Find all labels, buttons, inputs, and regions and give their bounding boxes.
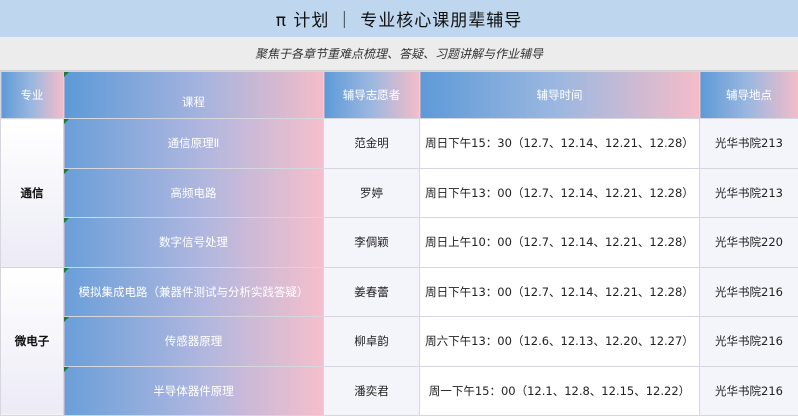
time-cell: 周一下午15：00（12.1、12.8、12.15、12.22） xyxy=(420,366,700,416)
location-cell: 光华书院216 xyxy=(700,267,798,317)
location-cell: 光华书院213 xyxy=(700,168,798,218)
table-row: 传感器原理 柳卓韵 周六下午13：00（12.6、12.13、12.20、12.… xyxy=(1,317,798,367)
volunteer-cell: 范金明 xyxy=(324,119,420,169)
volunteer-cell: 罗婷 xyxy=(324,168,420,218)
course-cell: 半导体器件原理 xyxy=(64,366,324,416)
location-cell: 光华书院216 xyxy=(700,366,798,416)
schedule-table: 专业 课程 辅导志愿者 辅导时间 辅导地点 通信 通信原理Ⅱ 范金明 周日下午1… xyxy=(0,71,798,416)
course-cell: 高频电路 xyxy=(64,168,324,218)
time-cell: 周日下午13：00（12.7、12.14、12.21、12.28） xyxy=(420,168,700,218)
page-subtitle: 聚焦于各章节重难点梳理、答疑、习题讲解与作业辅导 xyxy=(0,37,798,71)
table-row: 微电子 模拟集成电路（兼器件测试与分析实践答疑） 姜春蕾 周日下午13：00（1… xyxy=(1,267,798,317)
major-cell: 微电子 xyxy=(1,267,64,416)
volunteer-cell: 潘奕君 xyxy=(324,366,420,416)
page-title: π 计划 ｜ 专业核心课朋辈辅导 xyxy=(0,0,798,37)
column-header-major: 专业 xyxy=(1,72,64,119)
location-cell: 光华书院220 xyxy=(700,218,798,268)
location-cell: 光华书院213 xyxy=(700,119,798,169)
time-cell: 周日上午10：00（12.7、12.14、12.21、12.28） xyxy=(420,218,700,268)
volunteer-cell: 李倜颖 xyxy=(324,218,420,268)
volunteer-cell: 姜春蕾 xyxy=(324,267,420,317)
time-cell: 周日下午15：30（12.7、12.14、12.21、12.28） xyxy=(420,119,700,169)
table-row: 半导体器件原理 潘奕君 周一下午15：00（12.1、12.8、12.15、12… xyxy=(1,366,798,416)
course-cell: 数字信号处理 xyxy=(64,218,324,268)
major-cell: 通信 xyxy=(1,119,64,268)
location-cell: 光华书院216 xyxy=(700,317,798,367)
time-cell: 周日下午13：00（12.7、12.14、12.21、12.28） xyxy=(420,267,700,317)
column-header-volunteer: 辅导志愿者 xyxy=(324,72,420,119)
table-row: 通信 通信原理Ⅱ 范金明 周日下午15：30（12.7、12.14、12.21、… xyxy=(1,119,798,169)
column-header-location: 辅导地点 xyxy=(700,72,798,119)
column-header-time: 辅导时间 xyxy=(420,72,700,119)
volunteer-cell: 柳卓韵 xyxy=(324,317,420,367)
course-cell: 模拟集成电路（兼器件测试与分析实践答疑） xyxy=(64,267,324,317)
time-cell: 周六下午13：00（12.6、12.13、12.20、12.27） xyxy=(420,317,700,367)
table-header-row: 专业 课程 辅导志愿者 辅导时间 辅导地点 xyxy=(1,72,798,119)
column-header-course: 课程 xyxy=(64,72,324,119)
table-row: 数字信号处理 李倜颖 周日上午10：00（12.7、12.14、12.21、12… xyxy=(1,218,798,268)
course-cell: 传感器原理 xyxy=(64,317,324,367)
course-cell: 通信原理Ⅱ xyxy=(64,119,324,169)
table-row: 高频电路 罗婷 周日下午13：00（12.7、12.14、12.21、12.28… xyxy=(1,168,798,218)
